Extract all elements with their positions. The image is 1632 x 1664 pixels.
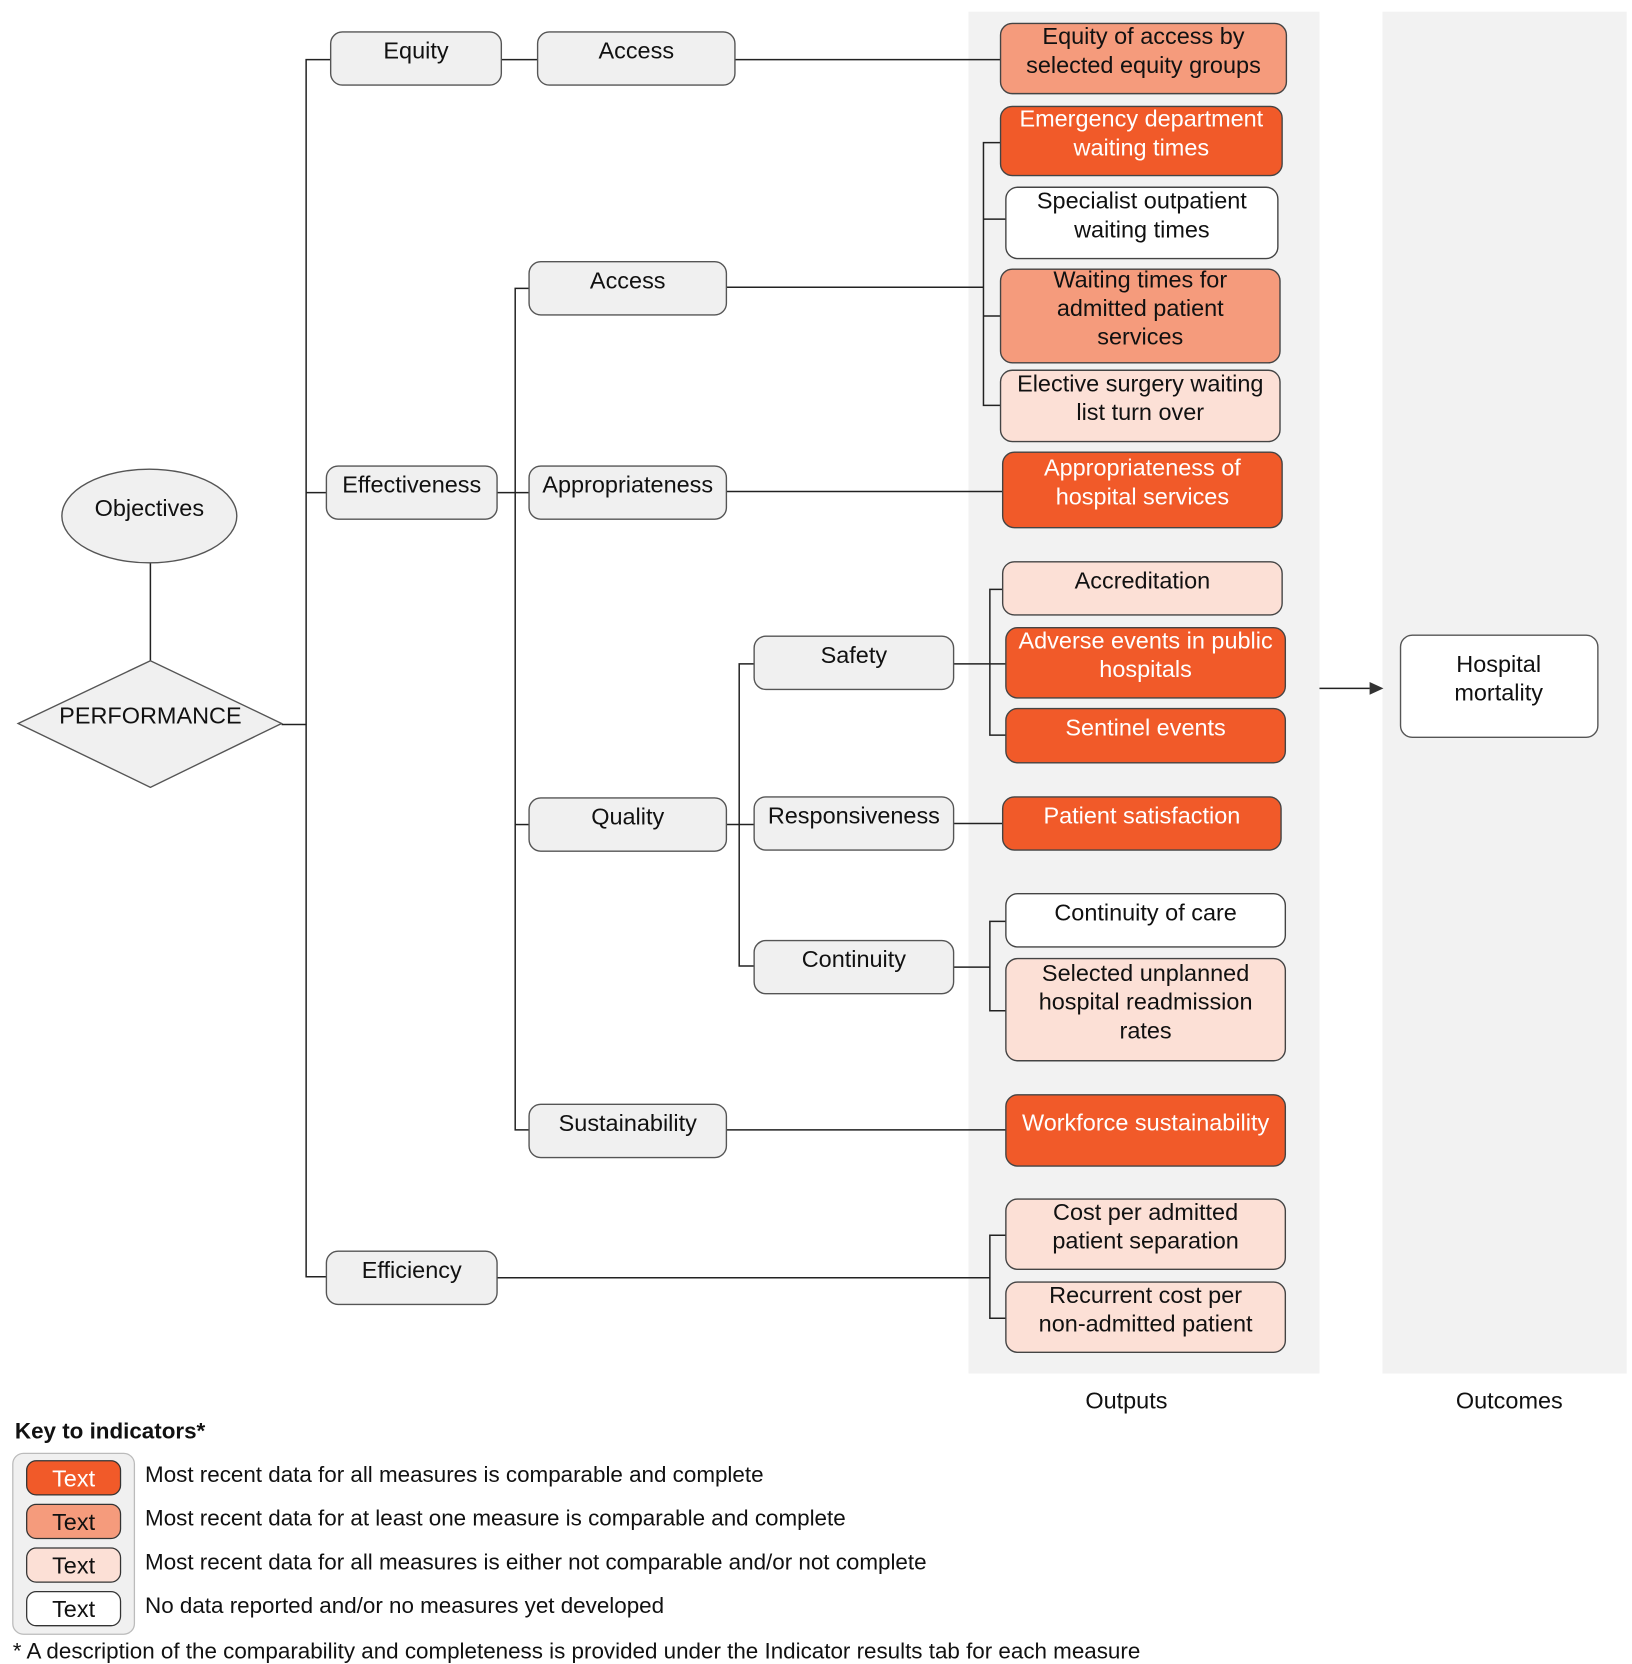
objectives-ellipse: Objectives (61, 468, 238, 564)
node-label: Equity of access by (1042, 23, 1244, 49)
node-label: Continuity of care (1054, 899, 1236, 925)
node-label: Equity (383, 38, 448, 64)
node-label: hospital services (1056, 483, 1229, 509)
indicator-readmission[interactable]: Selected unplanned hospital readmissionra… (1005, 957, 1287, 1062)
key-description: Most recent data for all measures is eit… (145, 1549, 926, 1574)
outputs-label: Outputs (1085, 1388, 1167, 1414)
key-description: Most recent data for all measures is com… (145, 1462, 763, 1487)
node-label: Efficiency (362, 1257, 462, 1283)
key-swatch-label: Text (52, 1596, 96, 1622)
outcome-hospital-mortality[interactable]: Hospital mortality (1399, 634, 1599, 739)
node-label: Elective surgery waiting (1017, 371, 1263, 397)
performance-framework-diagram: Outputs Outcomes Objectives PERFORMANCE Eq… (12, 11, 1627, 1664)
node-label: Effectiveness (342, 472, 481, 498)
node-label: PERFORMANCE (59, 703, 241, 729)
indicator-ed-waiting[interactable]: Emergency departmentwaiting times (999, 106, 1283, 177)
indicator-equity-access-groups[interactable]: Equity of access by selected equity group… (999, 22, 1288, 95)
node-label: Quality (591, 804, 664, 830)
node-label: waiting times (1073, 134, 1210, 160)
node-label: Access (598, 38, 674, 64)
key-description: Most recent data for at least one measur… (145, 1506, 846, 1531)
outcomes-label: Outcomes (1456, 1388, 1563, 1414)
key-swatch-label: Text (52, 1509, 96, 1535)
node-label: services (1097, 324, 1183, 350)
node-label: Workforce sustainability (1022, 1109, 1269, 1135)
arrow-head-icon (1369, 681, 1384, 695)
indicator-elective-turnover[interactable]: Elective surgery waitinglist turn over (999, 369, 1281, 443)
indicator-admitted-waiting[interactable]: Waiting times for admitted patient service… (999, 266, 1281, 364)
key-description: No data reported and/or no measures yet … (145, 1593, 664, 1618)
node-label: waiting times (1073, 216, 1210, 242)
dimension-appropriateness[interactable]: Appropriateness (528, 465, 728, 520)
objective-efficiency[interactable]: Efficiency (325, 1250, 498, 1306)
key-item-medium: Text Most recent data for at least one me… (26, 1503, 846, 1540)
node-label: rates (1120, 1017, 1172, 1043)
node-label: patient separation (1052, 1228, 1238, 1254)
indicator-appropriateness-services[interactable]: Appropriateness ofhospital services (1001, 451, 1283, 529)
node-label: Emergency department (1019, 106, 1263, 132)
indicator-cost-admitted[interactable]: Cost per admitted patient separation (1005, 1198, 1287, 1270)
dimension-quality[interactable]: Quality (528, 797, 728, 852)
node-label: Safety (821, 642, 888, 668)
indicator-workforce[interactable]: Workforce sustainability (1005, 1094, 1287, 1167)
indicator-specialist-outpatient[interactable]: Specialist outpatientwaiting times (1005, 186, 1279, 260)
key-swatch-label: Text (52, 1465, 96, 1491)
node-label: Accreditation (1075, 567, 1211, 593)
key-item-light: Text Most recent data for all measures is… (26, 1547, 927, 1583)
node-label: selected equity groups (1026, 52, 1261, 78)
node-label: Waiting times for (1053, 266, 1227, 292)
node-label: Adverse events in public (1018, 627, 1272, 653)
node-label: Sentinel events (1065, 715, 1225, 741)
sub-dimension-responsiveness[interactable]: Responsiveness (753, 796, 955, 851)
indicator-accreditation[interactable]: Accreditation (1001, 561, 1283, 616)
connector (738, 663, 755, 967)
sub-dimension-continuity[interactable]: Continuity (753, 939, 955, 995)
node-label: Recurrent cost per (1049, 1282, 1242, 1308)
indicator-cost-non-admitted[interactable]: Recurrent cost per non-admitted patient (1005, 1281, 1287, 1353)
indicator-sentinel-events[interactable]: Sentinel events (1005, 707, 1287, 764)
node-label: Specialist outpatient (1037, 188, 1247, 214)
indicator-adverse-events[interactable]: Adverse events in public hospitals (1005, 627, 1287, 699)
node-label: Responsiveness (768, 803, 940, 829)
node-label: Continuity (802, 946, 907, 972)
node-label: non-admitted patient (1039, 1311, 1253, 1337)
node-label: Objectives (95, 495, 204, 521)
key-title: Key to indicators* (15, 1418, 206, 1443)
dimension-equity-access[interactable]: Access (536, 31, 736, 86)
node-label: admitted patient (1057, 295, 1224, 321)
node-label: Appropriateness of (1044, 455, 1241, 481)
node-label: list turn over (1076, 399, 1204, 425)
indicator-patient-satisfaction[interactable]: Patient satisfaction (1001, 796, 1282, 851)
node-label: Patient satisfaction (1043, 803, 1240, 829)
node-label: Cost per admitted (1053, 1199, 1238, 1225)
node-label: mortality (1454, 680, 1543, 706)
dimension-sustainability[interactable]: Sustainability (528, 1103, 728, 1159)
indicator-continuity-of-care[interactable]: Continuity of care (1005, 893, 1287, 948)
key-swatch-label: Text (52, 1553, 96, 1579)
connector (514, 287, 530, 1131)
dimension-access[interactable]: Access (528, 261, 728, 316)
key-item-dark: Text Most recent data for all measures is… (26, 1460, 764, 1496)
node-label: Appropriateness (542, 472, 713, 498)
connector (305, 58, 331, 1278)
node-label: Selected unplanned (1042, 960, 1249, 986)
node-label: Hospital (1456, 651, 1541, 677)
node-label: Sustainability (559, 1110, 697, 1136)
node-label: hospitals (1099, 656, 1192, 682)
node-label: hospital readmission (1039, 989, 1253, 1015)
objective-equity[interactable]: Equity (329, 31, 503, 86)
key-footnote: * A description of the comparability and… (13, 1639, 1141, 1664)
sub-dimension-safety[interactable]: Safety (753, 635, 955, 691)
performance-diamond: PERFORMANCE (16, 659, 284, 789)
node-label: Access (590, 267, 666, 293)
objective-effectiveness[interactable]: Effectiveness (325, 465, 498, 520)
